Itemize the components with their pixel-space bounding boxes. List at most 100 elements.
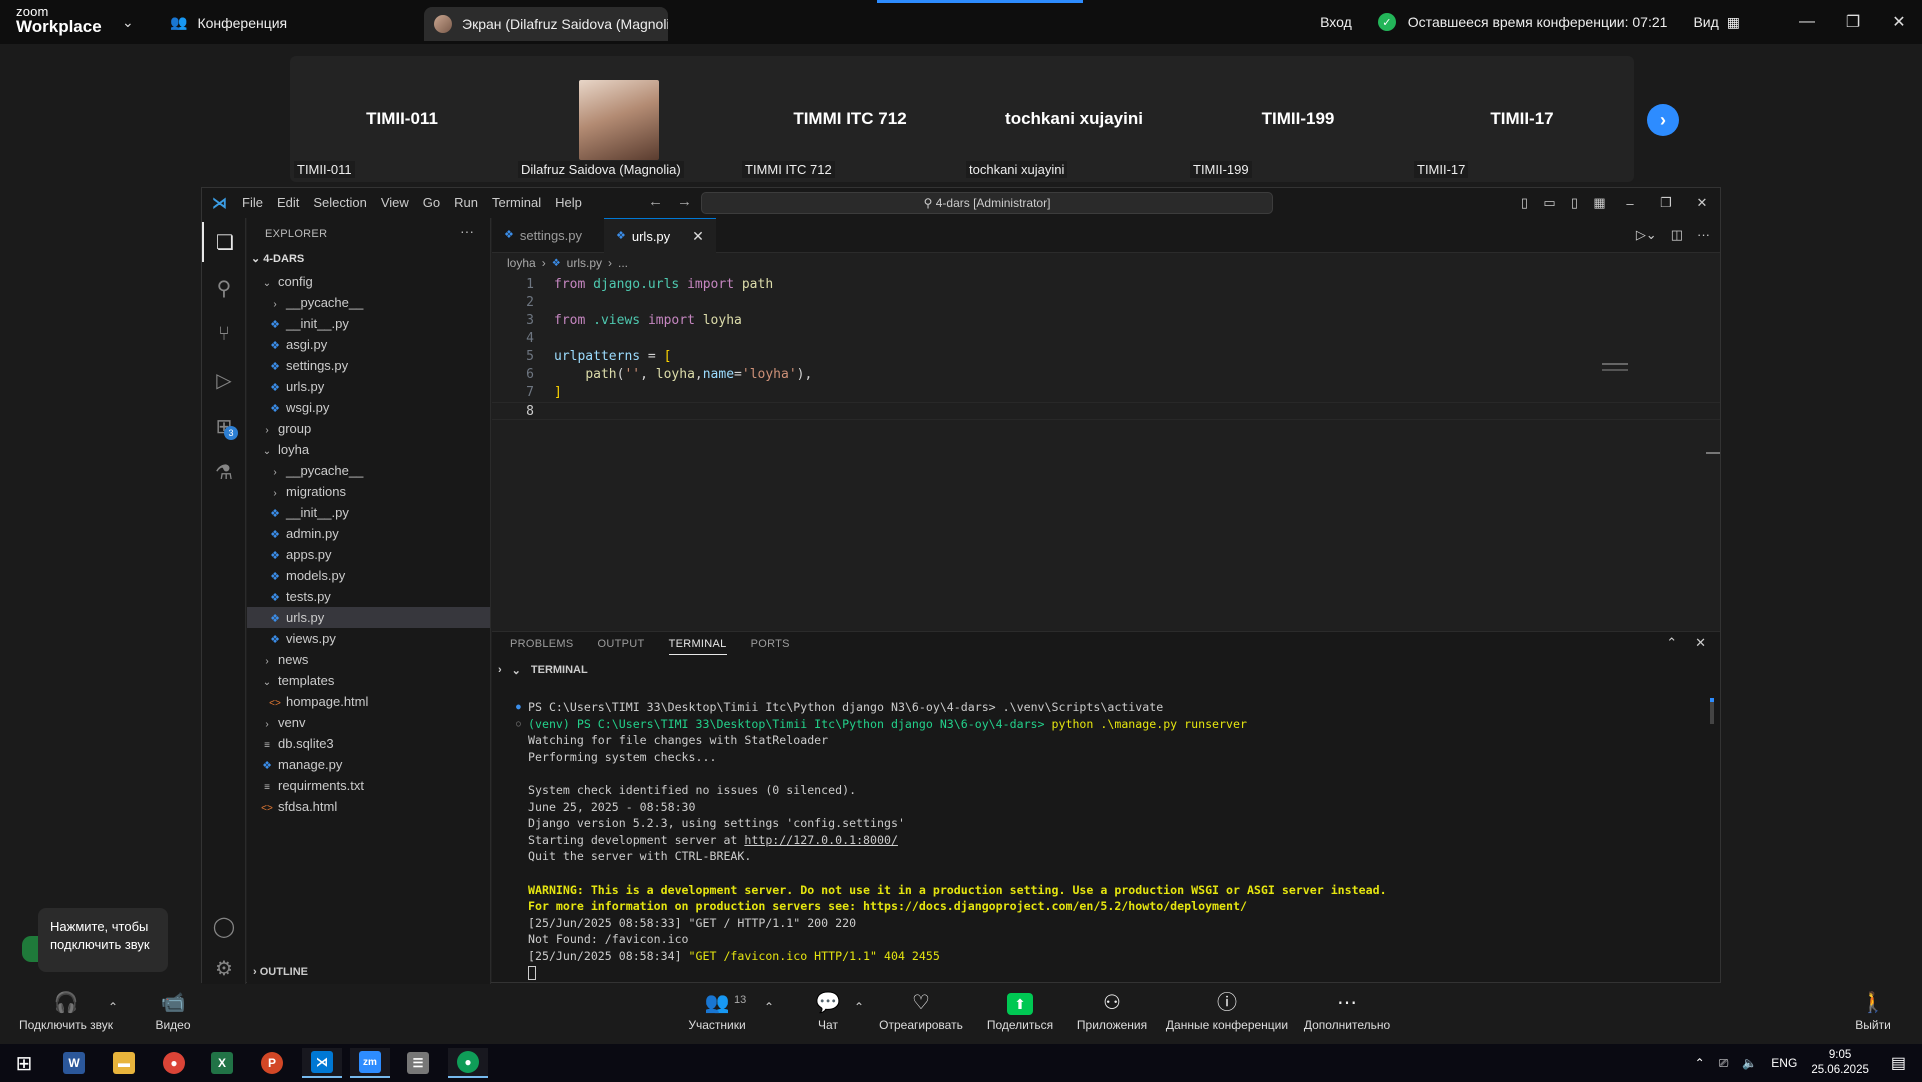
more-icon[interactable]: ··· <box>1697 227 1710 243</box>
tree-item[interactable]: ❖ urls.py <box>247 376 490 397</box>
terminal-output[interactable]: ● PS C:\Users\TIMI 33\Desktop\Timii Itc\P… <box>516 699 1700 981</box>
code-editor[interactable]: 1 from django.urls import path 2 3 from .v… <box>492 276 1720 526</box>
meeting-info-button[interactable]: ⓘ Данные конференции <box>1164 990 1290 1032</box>
close-tab-icon[interactable]: ✕ <box>692 219 704 254</box>
extensions-icon[interactable]: ⊞ 3 <box>202 406 246 446</box>
menu-terminal[interactable]: Terminal <box>492 195 541 210</box>
tree-item[interactable]: › group <box>247 418 490 439</box>
tree-item[interactable]: ❖ asgi.py <box>247 334 490 355</box>
menu-go[interactable]: Go <box>423 195 440 210</box>
maximize-panel-icon[interactable]: ⌃ <box>1666 635 1677 651</box>
terminal-section[interactable]: › ⌄ TERMINAL <box>498 664 588 677</box>
chrome-icon[interactable]: ● <box>154 1048 194 1078</box>
tree-item[interactable]: › migrations <box>247 481 490 502</box>
account-icon[interactable]: ◯ <box>202 906 246 946</box>
tree-item[interactable]: ❖ wsgi.py <box>247 397 490 418</box>
zoom-taskbar-icon[interactable]: zm <box>350 1048 390 1078</box>
chevron-up-icon[interactable]: ⌃ <box>764 1000 774 1014</box>
tree-item[interactable]: ≡ requirments.txt <box>247 775 490 796</box>
participant-tile[interactable]: Dilafruz Saidova (Magnolia) <box>514 56 738 182</box>
file-explorer-icon[interactable]: ▬ <box>104 1048 144 1078</box>
restore-icon[interactable]: ❐ <box>1830 12 1876 32</box>
apps-button[interactable]: ⚇ Приложения <box>1074 990 1150 1032</box>
tree-item[interactable]: › news <box>247 649 490 670</box>
tree-item[interactable]: › __pycache__ <box>247 460 490 481</box>
chevron-up-icon[interactable]: ⌃ <box>1695 1056 1705 1070</box>
tree-item[interactable]: ❖ tests.py <box>247 586 490 607</box>
breadcrumb-symbol[interactable]: ... <box>618 256 628 270</box>
participant-tile[interactable]: TIMII-011 TIMII-011 <box>290 56 514 182</box>
next-page-button[interactable]: › <box>1647 104 1679 136</box>
powerpoint-icon[interactable]: P <box>252 1048 292 1078</box>
outline-section[interactable]: › OUTLINE <box>253 966 308 978</box>
tree-item[interactable]: ⌄ config <box>247 271 490 292</box>
run-icon[interactable]: ▷⌄ <box>1636 227 1657 243</box>
tree-item[interactable]: ❖ models.py <box>247 565 490 586</box>
tree-item[interactable]: ≡ db.sqlite3 <box>247 733 490 754</box>
tree-item[interactable]: <> hompage.html <box>247 691 490 712</box>
tree-item[interactable]: ⌄ loyha <box>247 439 490 460</box>
minimize-icon[interactable]: – <box>1612 196 1648 211</box>
source-control-icon[interactable]: ⑂ <box>202 314 246 354</box>
participant-tile[interactable]: TIMII-199 TIMII-199 <box>1186 56 1410 182</box>
tree-item[interactable]: ❖ __init__.py <box>247 313 490 334</box>
restore-icon[interactable]: ❐ <box>1648 195 1684 211</box>
chrome-alt-icon[interactable]: ● <box>448 1048 488 1078</box>
tree-item[interactable]: › venv <box>247 712 490 733</box>
tree-item[interactable]: ❖ urls.py <box>247 607 490 628</box>
tree-item[interactable]: › __pycache__ <box>247 292 490 313</box>
excel-icon[interactable]: X <box>202 1048 242 1078</box>
join-audio-button[interactable]: 🎧 Подключить звук <box>14 990 118 1032</box>
tree-item[interactable]: ❖ apps.py <box>247 544 490 565</box>
chevron-up-icon[interactable]: ⌃ <box>108 1000 118 1014</box>
tree-item[interactable]: ❖ views.py <box>247 628 490 649</box>
breadcrumb-folder[interactable]: loyha <box>507 256 536 270</box>
menu-help[interactable]: Help <box>555 195 582 210</box>
more-button[interactable]: ⋯ Дополнительно <box>1302 990 1392 1032</box>
windows-start-icon[interactable]: ⊞ <box>4 1048 44 1078</box>
share-button[interactable]: ⬆ Поделиться <box>982 990 1058 1032</box>
tree-item[interactable]: ⌄ templates <box>247 670 490 691</box>
tab-settings-py[interactable]: ❖ settings.py <box>492 218 594 253</box>
database-icon[interactable]: ☰ <box>398 1048 438 1078</box>
tree-item[interactable]: ❖ settings.py <box>247 355 490 376</box>
tree-item[interactable]: ❖ admin.py <box>247 523 490 544</box>
language-indicator[interactable]: ENG <box>1771 1056 1797 1070</box>
login-button[interactable]: Вход <box>1320 14 1352 30</box>
split-editor-icon[interactable]: ◫ <box>1671 227 1683 243</box>
volume-icon[interactable]: 🔈 <box>1742 1056 1757 1070</box>
menu-run[interactable]: Run <box>454 195 478 210</box>
settings-gear-icon[interactable]: ⚙ <box>202 948 246 988</box>
participant-tile[interactable]: TIMMI ITC 712 TIMMI ITC 712 <box>738 56 962 182</box>
minimize-icon[interactable]: — <box>1784 13 1830 31</box>
forward-arrow-icon[interactable]: → <box>677 193 692 210</box>
chat-button[interactable]: 💬 Чат <box>808 990 848 1032</box>
clock[interactable]: 9:05 25.06.2025 <box>1811 1048 1869 1078</box>
customize-layout-icon[interactable]: ▦ <box>1587 195 1612 211</box>
notifications-icon[interactable]: ▤ <box>1891 1053 1906 1073</box>
minimap[interactable] <box>1602 363 1628 371</box>
search-icon[interactable]: ⚲ <box>202 268 246 308</box>
tab-output[interactable]: OUTPUT <box>598 638 645 655</box>
server-link[interactable]: http://127.0.0.1:8000/ <box>744 833 898 847</box>
screen-share-tab[interactable]: Экран (Dilafruz Saidova (Magnoli ··· <box>424 7 668 41</box>
tab-terminal[interactable]: TERMINAL <box>668 638 727 655</box>
video-button[interactable]: 📹 Видео <box>148 990 198 1032</box>
root-folder[interactable]: ⌄ 4-DARS <box>251 252 304 265</box>
menu-edit[interactable]: Edit <box>277 195 299 210</box>
toggle-panel-icon[interactable]: ▭ <box>1537 195 1562 211</box>
word-icon[interactable]: W <box>54 1048 94 1078</box>
close-icon[interactable]: ✕ <box>1684 195 1720 211</box>
tree-item[interactable]: <> sfdsa.html <box>247 796 490 817</box>
testing-icon[interactable]: ⚗ <box>202 452 246 492</box>
command-center-search[interactable]: ⚲ 4-dars [Administrator] <box>701 192 1273 214</box>
chevron-up-icon[interactable]: ⌃ <box>854 1000 864 1014</box>
react-button[interactable]: ♡ Отреагировать <box>876 990 966 1032</box>
run-debug-icon[interactable]: ▷ <box>202 360 246 400</box>
menu-file[interactable]: File <box>242 195 263 210</box>
breadcrumb-file[interactable]: urls.py <box>567 256 602 270</box>
conference-menu[interactable]: 👥 Конференция <box>170 14 287 31</box>
participant-tile[interactable]: TIMII-17 TIMII-17 <box>1410 56 1634 182</box>
tab-problems[interactable]: PROBLEMS <box>510 638 574 655</box>
explorer-icon[interactable]: ❏ <box>202 222 246 262</box>
